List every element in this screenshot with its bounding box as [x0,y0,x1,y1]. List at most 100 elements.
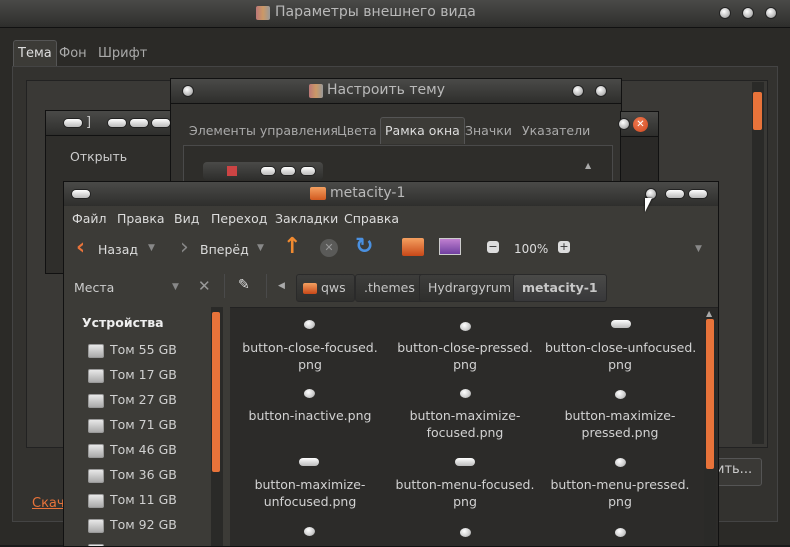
device-label: Том 92 GB [110,517,177,532]
hdd-icon [88,494,104,508]
crumb-hydrargyrum[interactable]: Hydrargyrum [419,274,520,302]
mini-close-icon [152,119,170,127]
device-7[interactable]: Том 11 GB [64,487,177,512]
file-icon-round [615,458,626,467]
mini-open-button[interactable]: Открыть [70,149,127,164]
minimize-icon[interactable] [720,8,730,18]
appearance-titlebar: Параметры внешнего вида [0,0,790,28]
theme-list-scrollbar[interactable] [752,82,764,444]
home-icon[interactable] [402,238,424,256]
places-label[interactable]: Места [74,280,114,295]
device-label: Том 46 GB [110,442,177,457]
edit-path-icon[interactable]: ✎ [238,277,250,293]
fm-menu-icon[interactable] [72,190,90,198]
home-folder-icon [303,283,317,294]
forward-dropdown-icon[interactable]: ▼ [257,243,264,253]
file-icon-round [615,390,626,399]
tab-font[interactable]: Шрифт [94,41,151,67]
file-view-scroll-up-icon[interactable]: ▲ [706,309,712,318]
menu-go[interactable]: Переход [211,211,267,226]
reload-icon[interactable]: ↻ [355,236,373,258]
hdd-icon [88,519,104,533]
file-name: button-menu-pressed. png [550,477,689,509]
menu-bookmarks[interactable]: Закладки [275,211,338,226]
file-icon-round [460,528,471,537]
device-5[interactable]: Том 46 GB [64,437,177,462]
file-name: button-maximize- unfocused.png [255,477,366,509]
tab-icons[interactable]: Значки [461,118,516,144]
fm-titlebar: metacity-1 [64,182,718,207]
menubar: Файл Правка Вид Переход Закладки Справка [64,206,718,230]
menu-edit[interactable]: Правка [117,211,165,226]
crumb-qws[interactable]: qws [296,274,355,302]
menu-view[interactable]: Вид [174,211,199,226]
close-icon[interactable] [766,8,776,18]
zoom-level: 100% [514,242,548,256]
tab-background[interactable]: Фон [55,41,91,67]
toolbar-overflow-icon[interactable]: ▼ [695,244,702,254]
device-8[interactable]: Том 92 GB [64,512,177,537]
preview-close-icon [301,167,315,175]
crumb-metacity[interactable]: metacity-1 [513,274,607,302]
close-sidebar-icon[interactable]: ✕ [198,277,211,295]
tab-theme[interactable]: Тема [13,40,57,67]
crumb-themes[interactable]: .themes [355,274,424,302]
scroll-up-icon[interactable]: ▲ [585,161,591,170]
file-item[interactable]: button-close-pressed. png [390,339,540,373]
crumb-label: qws [321,280,346,295]
file-name: button-close-unfocused. png [545,340,696,372]
dark-window-close-icon[interactable]: ✕ [633,117,648,132]
file-name: button-close-focused. png [242,340,377,372]
device-3[interactable]: Том 27 GB [64,387,177,412]
places-dropdown-icon[interactable]: ▼ [172,282,179,292]
device-label: Том 17 GB [110,367,177,382]
theme-close-icon[interactable] [596,86,606,96]
file-icon-round [615,528,626,537]
file-item[interactable]: button-menu-pressed. png [545,476,695,510]
forward-label[interactable]: Вперёд [200,242,249,257]
tab-controls[interactable]: Элементы управления [185,118,342,144]
forward-arrow-icon[interactable]: › [180,237,189,259]
maximize-icon[interactable] [743,8,753,18]
mini-titlebar: ] [46,111,176,136]
fm-minimize-icon[interactable] [666,190,684,198]
zoom-in-icon[interactable]: + [558,241,570,253]
crumb-left-icon[interactable]: ◀ [278,281,285,291]
file-item[interactable]: button-close-focused. png [235,339,385,373]
back-label[interactable]: Назад [98,242,138,257]
sidebar-scrollbar[interactable] [211,307,223,546]
file-item[interactable]: button-menu-focused. png [390,476,540,510]
file-icon-wide [299,458,319,466]
device-label: Том 36 GB [110,467,177,482]
file-view-scrollbar[interactable] [704,313,716,546]
device-6[interactable]: Том 36 GB [64,462,177,487]
file-item[interactable]: button-maximize- unfocused.png [235,476,385,510]
theme-menu-icon[interactable] [183,86,193,96]
tab-colors[interactable]: Цвета [333,118,381,144]
theme-minimize-icon[interactable] [573,86,583,96]
file-name: button-inactive.png [249,408,372,423]
theme-app-icon [309,84,323,98]
back-arrow-icon[interactable]: ‹ [76,237,85,259]
device-9[interactable] [64,537,110,547]
tab-cursors[interactable]: Указатели [518,118,594,144]
computer-icon[interactable] [439,238,461,255]
file-item[interactable]: button-inactive.png [235,407,385,424]
menu-help[interactable]: Справка [344,211,399,226]
file-icon-round [460,389,471,398]
fm-title: metacity-1 [330,185,405,201]
device-2[interactable]: Том 17 GB [64,362,177,387]
file-item[interactable]: button-maximize- pressed.png [545,407,695,441]
device-4[interactable]: Том 71 GB [64,412,177,437]
file-icon-wide [455,458,475,466]
fm-close-icon[interactable] [689,190,707,198]
back-dropdown-icon[interactable]: ▼ [148,243,155,253]
file-item[interactable]: button-close-unfocused. png [545,339,695,373]
stop-icon[interactable]: ✕ [320,239,338,257]
device-1[interactable]: Том 55 GB [64,337,177,362]
file-item[interactable]: button-maximize- focused.png [390,407,540,441]
tab-window-border[interactable]: Рамка окна [380,117,465,144]
menu-file[interactable]: Файл [72,211,107,226]
up-arrow-icon[interactable]: ↑ [283,236,301,258]
zoom-out-icon[interactable]: − [487,241,499,253]
